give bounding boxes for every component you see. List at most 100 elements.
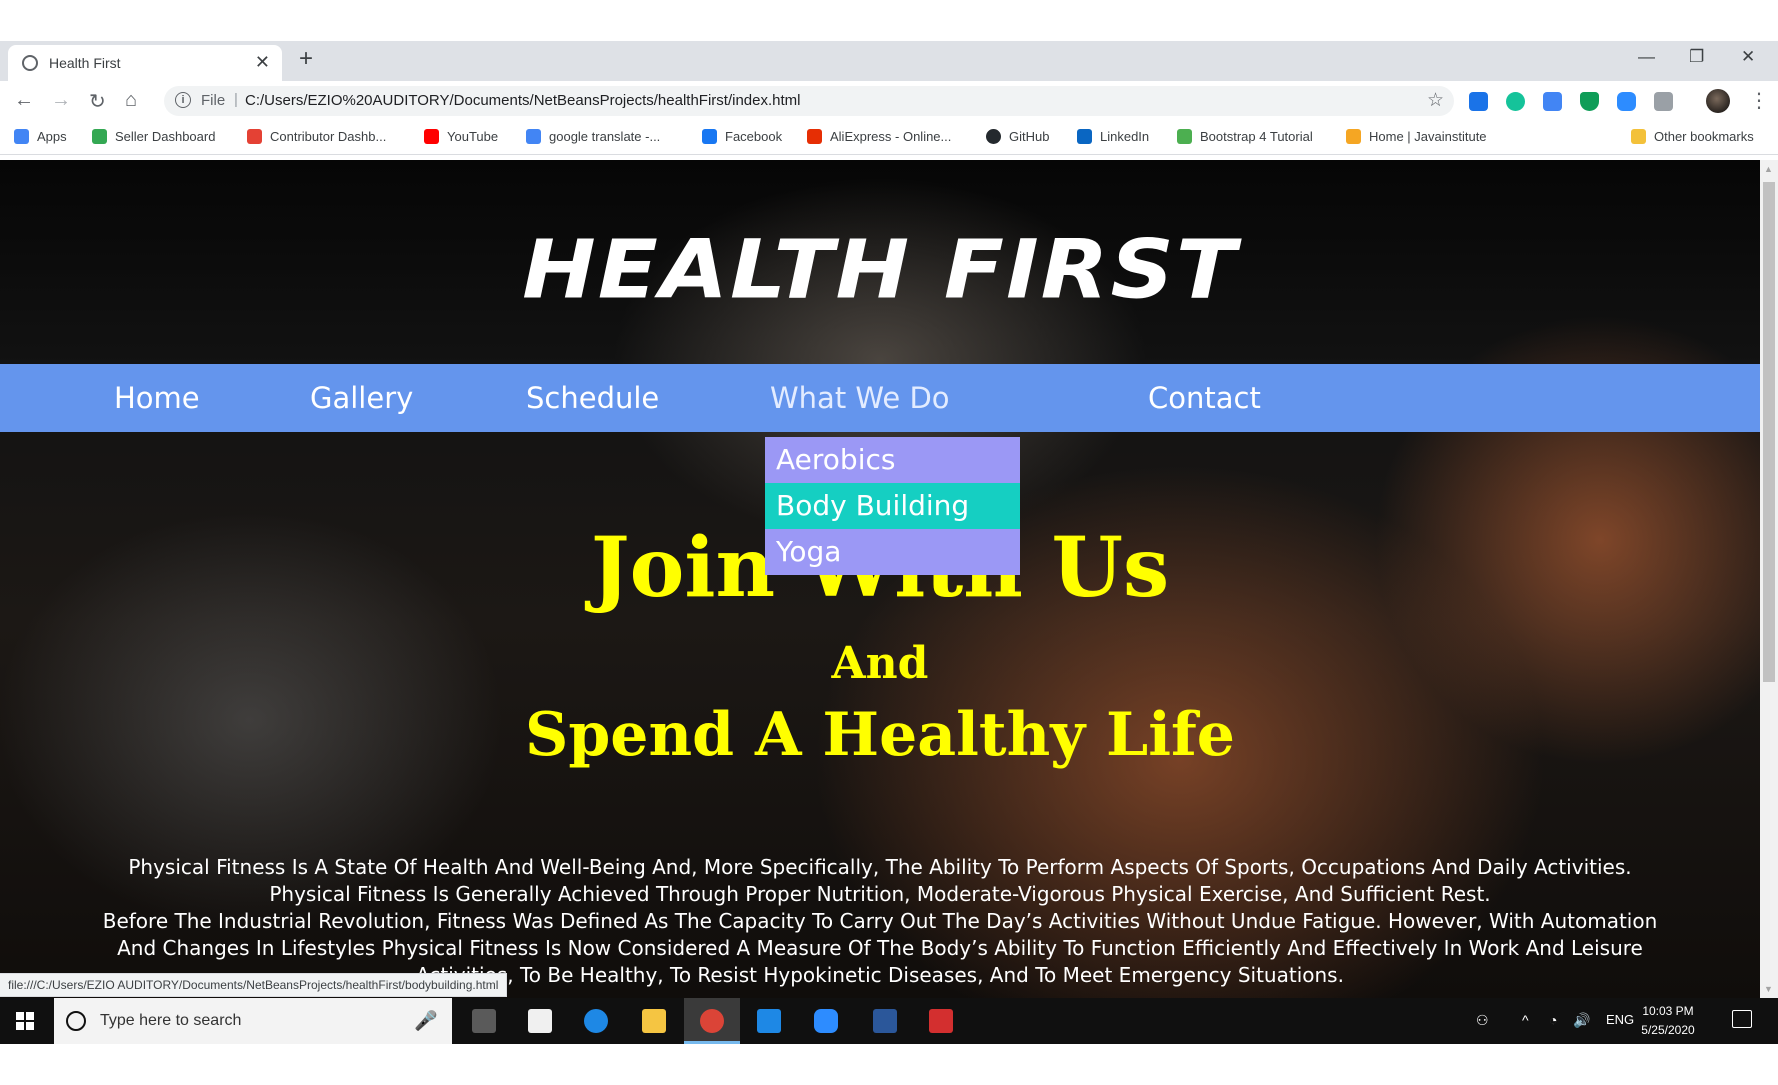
windows-start-icon[interactable]: [0, 998, 50, 1044]
taskbar-clock[interactable]: 10:03 PM 5/25/2020: [1638, 1002, 1698, 1040]
back-icon[interactable]: ←: [14, 89, 34, 112]
word-button[interactable]: [857, 998, 913, 1044]
mail-button[interactable]: [741, 998, 797, 1044]
notification-center-icon[interactable]: [1732, 1010, 1752, 1028]
edge-button[interactable]: [568, 998, 624, 1044]
file-explorer-icon: [642, 1009, 666, 1033]
chrome-icon: [700, 1009, 724, 1033]
nav-schedule[interactable]: Schedule: [526, 381, 659, 415]
bookmark-javainstitute[interactable]: Home | Javainstitute: [1346, 129, 1487, 144]
bookmark-apps[interactable]: Apps: [14, 129, 67, 144]
scroll-thumb[interactable]: [1763, 182, 1775, 682]
show-hidden-icons-chevron[interactable]: ^: [1522, 1012, 1529, 1028]
new-tab-button[interactable]: +: [299, 45, 313, 73]
extension-1-icon[interactable]: [1469, 92, 1488, 111]
grammarly-icon[interactable]: [1506, 92, 1525, 111]
reload-icon[interactable]: ↻: [89, 89, 106, 114]
facebook-icon: [702, 129, 717, 144]
dropdown-item-yoga[interactable]: Yoga: [765, 529, 1020, 575]
nav-contact[interactable]: Contact: [1148, 381, 1261, 415]
contributor-icon: [247, 129, 262, 144]
clock-time: 10:03 PM: [1642, 1004, 1694, 1018]
site-navbar: Home Gallery Schedule What We Do Contact: [0, 364, 1760, 432]
dropdown-item-aerobics[interactable]: Aerobics: [765, 437, 1020, 483]
hero-heading-healthy-life: Spend A Healthy Life: [525, 700, 1235, 770]
forward-icon[interactable]: →: [51, 89, 71, 112]
bookmarks-bar: Apps Seller Dashboard Contributor Dashb.…: [0, 121, 1778, 155]
profile-avatar[interactable]: [1706, 89, 1730, 113]
nav-home[interactable]: Home: [114, 381, 200, 415]
bookmark-google-translate[interactable]: google translate -...: [526, 129, 660, 144]
close-window-button[interactable]: ✕: [1741, 47, 1755, 67]
minimize-button[interactable]: —: [1638, 47, 1655, 67]
translate-icon[interactable]: [1543, 92, 1562, 111]
clock-date: 5/25/2020: [1641, 1023, 1695, 1037]
bookmark-github[interactable]: GitHub: [986, 129, 1049, 144]
bookmark-facebook[interactable]: Facebook: [702, 129, 782, 144]
microphone-icon[interactable]: 🎤: [414, 1009, 438, 1033]
pdf-extension-icon[interactable]: [1654, 92, 1673, 111]
globe-icon: [22, 55, 38, 71]
site-info-icon[interactable]: i: [175, 92, 191, 108]
taskbar-search-placeholder: Type here to search: [100, 1012, 242, 1029]
bookmark-bootstrap-tutorial[interactable]: Bootstrap 4 Tutorial: [1177, 129, 1313, 144]
link-status-bubble: file:///C:/Users/EZIO AUDITORY/Documents…: [0, 973, 508, 997]
menu-icon[interactable]: ⋮: [1749, 88, 1769, 113]
volume-icon[interactable]: 🔊: [1573, 1012, 1590, 1029]
cortana-icon: [66, 1011, 86, 1031]
folder-icon: [1631, 129, 1646, 144]
github-icon: [986, 129, 1001, 144]
address-bar[interactable]: i File | C:/Users/EZIO%20AUDITORY/Docume…: [164, 86, 1454, 116]
linkedin-icon: [1077, 129, 1092, 144]
google-icon: [526, 129, 541, 144]
seller-icon: [92, 129, 107, 144]
w3schools-icon: [1177, 129, 1192, 144]
taskbar-search-box[interactable]: Type here to search 🎤: [54, 998, 452, 1044]
youtube-icon: [424, 129, 439, 144]
url-separator: |: [234, 91, 238, 108]
restore-button[interactable]: ❐: [1689, 47, 1704, 67]
acrobat-button[interactable]: [913, 998, 969, 1044]
url-text[interactable]: C:/Users/EZIO%20AUDITORY/Documents/NetBe…: [245, 92, 800, 109]
zoom-icon: [814, 1009, 838, 1033]
tab-title: Health First: [49, 55, 121, 71]
bookmark-aliexpress[interactable]: AliExpress - Online...: [807, 129, 951, 144]
tab-health-first[interactable]: Health First ✕: [8, 45, 282, 81]
zoom-button[interactable]: [798, 998, 854, 1044]
store-icon: [528, 1009, 552, 1033]
file-explorer-button[interactable]: [626, 998, 682, 1044]
bookmark-star-icon[interactable]: ☆: [1427, 89, 1444, 112]
other-bookmarks[interactable]: Other bookmarks: [1631, 129, 1754, 144]
browser-toolbar: ← → ↻ ⌂ i File | C:/Users/EZIO%20AUDITOR…: [0, 81, 1778, 121]
scroll-down-arrow-icon[interactable]: ▼: [1764, 984, 1773, 994]
page-scrollbar[interactable]: ▲ ▼: [1760, 160, 1778, 998]
home-icon[interactable]: ⌂: [125, 89, 137, 112]
nav-gallery[interactable]: Gallery: [310, 381, 413, 415]
zoom-extension-icon[interactable]: [1617, 92, 1636, 111]
apps-grid-icon: [14, 129, 29, 144]
shield-icon[interactable]: [1580, 92, 1599, 111]
edge-icon: [584, 1009, 608, 1033]
what-we-do-dropdown: Aerobics Body Building Yoga: [765, 437, 1020, 575]
bookmark-linkedin[interactable]: LinkedIn: [1077, 129, 1149, 144]
language-indicator[interactable]: ENG: [1606, 1012, 1634, 1027]
store-button[interactable]: [512, 998, 568, 1044]
wifi-icon[interactable]: ◔: [1549, 1012, 1557, 1028]
url-scheme: File: [201, 92, 226, 109]
acrobat-icon: [929, 1009, 953, 1033]
tab-close-icon[interactable]: ✕: [255, 52, 270, 73]
nav-what-we-do[interactable]: What We Do: [770, 381, 950, 415]
people-icon[interactable]: ⚇: [1476, 1012, 1489, 1029]
bookmark-seller-dashboard[interactable]: Seller Dashboard: [92, 129, 215, 144]
bookmark-contributor-dashboard[interactable]: Contributor Dashb...: [247, 129, 386, 144]
javainstitute-icon: [1346, 129, 1361, 144]
bookmark-youtube[interactable]: YouTube: [424, 129, 498, 144]
tab-strip: Health First ✕ + — ❐ ✕: [0, 41, 1778, 81]
chrome-button[interactable]: [684, 998, 740, 1044]
hero-heading-and: And: [831, 638, 929, 689]
mail-icon: [757, 1009, 781, 1033]
dropdown-item-body-building[interactable]: Body Building: [765, 483, 1020, 529]
scroll-up-arrow-icon[interactable]: ▲: [1764, 164, 1773, 174]
description-paragraph-1: Physical Fitness Is A State Of Health An…: [128, 855, 1632, 906]
task-view-button[interactable]: [456, 998, 512, 1044]
